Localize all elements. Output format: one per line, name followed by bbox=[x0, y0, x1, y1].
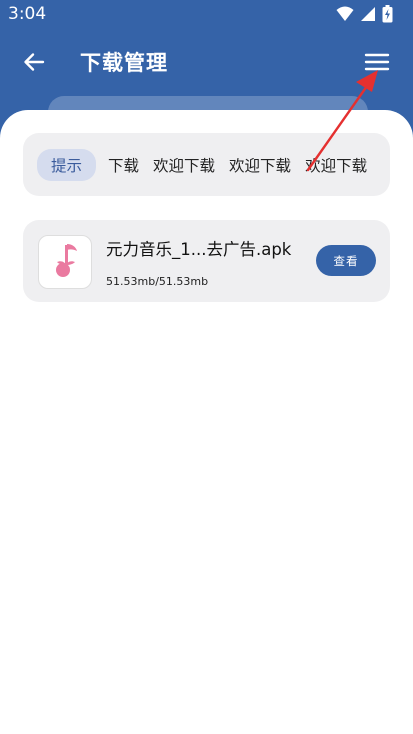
menu-icon bbox=[364, 51, 390, 77]
back-arrow-icon bbox=[23, 51, 45, 77]
content-sheet bbox=[0, 110, 413, 734]
tabs-card: 提示 下载 欢迎下载 欢迎下载 欢迎下载 bbox=[23, 133, 390, 196]
app-bar: 下载管理 bbox=[0, 38, 413, 86]
status-icons bbox=[336, 5, 393, 27]
page-title: 下载管理 bbox=[80, 51, 168, 75]
tab-download[interactable]: 下载 bbox=[108, 154, 139, 176]
screen: 3:04 下载管理 提示 下载 欢迎下载 欢迎下载 欢迎下载 元力音乐_1...… bbox=[0, 0, 413, 734]
tabs-row[interactable]: 提示 下载 欢迎下载 欢迎下载 欢迎下载 bbox=[37, 133, 377, 196]
status-bar: 3:04 bbox=[0, 0, 413, 28]
tab-tips[interactable]: 提示 bbox=[37, 148, 97, 181]
signal-icon bbox=[360, 6, 376, 26]
tab-welcome-download[interactable]: 欢迎下载 bbox=[153, 154, 215, 176]
battery-icon bbox=[382, 5, 393, 27]
status-time: 3:04 bbox=[8, 4, 47, 24]
download-item[interactable]: 元力音乐_1...去广告.apk 51.53mb/51.53mb 查看 bbox=[23, 220, 390, 302]
back-button[interactable] bbox=[16, 46, 52, 82]
file-size: 51.53mb/51.53mb bbox=[106, 275, 209, 288]
wifi-icon bbox=[336, 6, 354, 26]
tab-welcome-download[interactable]: 欢迎下载 bbox=[229, 154, 291, 176]
menu-button[interactable] bbox=[359, 46, 395, 82]
view-button[interactable]: 查看 bbox=[316, 245, 376, 276]
tab-welcome-download[interactable]: 欢迎下载 bbox=[305, 154, 367, 176]
file-name: 元力音乐_1...去广告.apk bbox=[106, 240, 292, 259]
music-note-app-icon bbox=[45, 240, 85, 284]
app-icon bbox=[38, 235, 92, 289]
